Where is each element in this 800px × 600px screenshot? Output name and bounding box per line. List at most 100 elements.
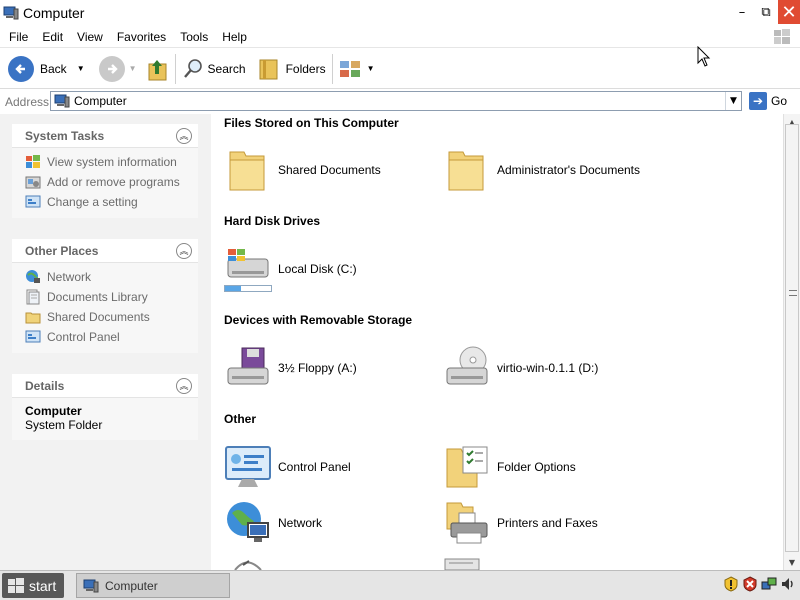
taskbar-button-computer[interactable]: Computer [76, 573, 230, 598]
start-label: start [29, 577, 57, 594]
address-label: Address [5, 94, 50, 109]
item-cd-drive-d[interactable]: virtio-win-0.1.1 (D:) [443, 344, 598, 392]
task-add-remove-programs[interactable]: Add or remove programs [25, 172, 198, 192]
group-title: Files Stored on This Computer [224, 116, 399, 130]
chevron-down-icon[interactable]: ▼ [129, 64, 137, 73]
task-label: Change a setting [47, 195, 138, 209]
vertical-scrollbar[interactable]: ▲ ▼ [783, 114, 800, 570]
scrollbar-thumb[interactable] [785, 124, 799, 552]
item-label: Printers and Faxes [497, 516, 598, 530]
task-change-setting[interactable]: Change a setting [25, 192, 198, 212]
folders-icon [259, 59, 278, 79]
file-list-view: Files Stored on This Computer Shared Doc… [211, 114, 783, 570]
item-label: virtio-win-0.1.1 (D:) [497, 361, 599, 375]
search-label: Search [207, 61, 246, 76]
volume-icon[interactable] [780, 576, 796, 592]
windows-logo-icon [772, 27, 792, 47]
forward-arrow-icon [98, 55, 125, 82]
chevron-down-icon[interactable]: ▼ [725, 92, 741, 110]
collapse-icon[interactable]: ︽ [176, 242, 192, 259]
views-button[interactable]: ▼ [339, 52, 375, 86]
up-folder-button[interactable] [147, 52, 169, 86]
go-button[interactable]: ➔ Go [749, 92, 787, 110]
toolbar-separator [331, 53, 333, 84]
security-shield-icon[interactable] [723, 576, 739, 592]
task-pane: System Tasks ︽ View system information A… [0, 114, 211, 570]
back-arrow-icon [8, 55, 34, 82]
collapse-icon[interactable]: ︽ [176, 377, 192, 394]
menu-favorites[interactable]: Favorites [110, 30, 173, 44]
chevron-down-icon[interactable]: ▼ [77, 64, 85, 73]
item-network[interactable]: Network [224, 499, 322, 547]
menu-file[interactable]: File [2, 30, 35, 44]
toolbar: Back ▼ ▼ Search Folders ▼ [0, 49, 800, 89]
folders-label: Folders [285, 61, 326, 76]
taskbar: start Computer [0, 570, 800, 600]
hard-disk-icon [227, 249, 269, 278]
search-button[interactable]: Search [182, 52, 246, 86]
toolbar-separator [174, 53, 176, 84]
item-administrators-documents[interactable]: Administrator's Documents [443, 146, 640, 194]
system-tasks-header[interactable]: System Tasks ︽ [12, 124, 198, 148]
views-icon [339, 60, 360, 77]
panel-title: System Tasks [25, 128, 105, 143]
network-icon [26, 270, 40, 283]
collapse-icon[interactable]: ︽ [176, 127, 192, 144]
documents-library-icon [26, 289, 40, 305]
place-control-panel[interactable]: Control Panel [25, 327, 198, 347]
close-button[interactable]: ✕ [778, 0, 800, 24]
menu-view[interactable]: View [70, 30, 110, 44]
folders-button[interactable]: Folders [258, 52, 326, 86]
item-label: Network [278, 516, 323, 530]
item-label: Administrator's Documents [497, 163, 641, 177]
back-button[interactable]: Back ▼ [8, 52, 85, 86]
task-label: Add or remove programs [47, 175, 180, 189]
item-local-disk-c[interactable]: Local Disk (C:) [224, 245, 357, 293]
address-input[interactable]: Computer ▼ [50, 91, 742, 111]
item-floppy-a[interactable]: 3½ Floppy (A:) [224, 344, 357, 392]
group-title: Other [224, 412, 257, 426]
menu-edit[interactable]: Edit [35, 30, 70, 44]
computer-icon [54, 94, 70, 108]
place-network[interactable]: Network [25, 267, 198, 287]
task-view-system-information[interactable]: View system information [25, 152, 198, 172]
menu-tools[interactable]: Tools [173, 30, 215, 44]
windows-flag-icon [8, 577, 24, 593]
item-shared-documents[interactable]: Shared Documents [224, 146, 381, 194]
item-label: Control Panel [278, 460, 351, 474]
details-header[interactable]: Details ︽ [12, 374, 198, 398]
alert-shield-icon[interactable] [742, 576, 758, 592]
system-info-icon [26, 155, 40, 168]
computer-icon [83, 579, 99, 592]
title-bar: Computer – ⧉ ✕ [0, 0, 800, 26]
scrollbar-grip [789, 290, 797, 296]
network-connection-icon[interactable] [761, 576, 777, 592]
item-printers-and-faxes[interactable]: Printers and Faxes [443, 499, 598, 547]
start-button[interactable]: start [2, 573, 64, 598]
control-panel-icon [225, 446, 271, 487]
menu-help[interactable]: Help [215, 30, 254, 44]
other-places-panel: Other Places ︽ Network Documents Library… [12, 239, 198, 353]
folder-icon [448, 151, 484, 191]
network-globe-icon [227, 502, 269, 542]
restore-button[interactable]: ⧉ [754, 0, 778, 24]
back-label: Back [40, 61, 67, 76]
group-title: Hard Disk Drives [224, 214, 321, 228]
forward-button[interactable]: ▼ [98, 52, 137, 86]
chevron-down-icon[interactable]: ▼ [367, 64, 375, 73]
window-title: Computer [23, 5, 85, 21]
panel-title: Details [25, 378, 65, 393]
place-documents-library[interactable]: Documents Library [25, 287, 198, 307]
scheduled-tasks-icon [234, 560, 262, 570]
place-shared-documents[interactable]: Shared Documents [25, 307, 198, 327]
item-folder-options[interactable]: Folder Options [443, 443, 576, 491]
minimize-button[interactable]: – [730, 0, 754, 24]
scroll-down-arrow-icon[interactable]: ▼ [784, 554, 800, 570]
other-places-header[interactable]: Other Places ︽ [12, 239, 198, 263]
details-type: System Folder [25, 418, 103, 432]
item-control-panel[interactable]: Control Panel [224, 443, 351, 491]
control-panel-icon [25, 195, 41, 208]
search-icon [183, 58, 202, 78]
panel-title: Other Places [25, 243, 99, 258]
item-label: Shared Documents [278, 163, 381, 177]
